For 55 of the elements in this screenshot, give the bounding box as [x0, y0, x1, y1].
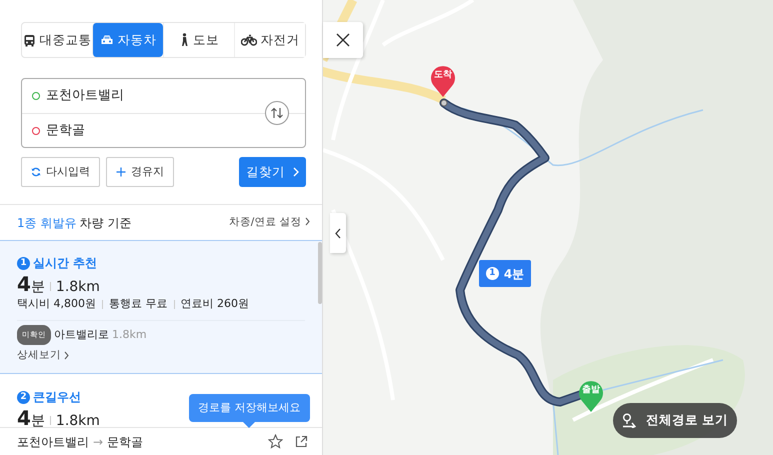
share-icon [295, 435, 308, 448]
full-route-button[interactable]: 전체경로 보기 [613, 403, 737, 438]
tooltip-pointer-icon [243, 422, 256, 428]
route-number-badge: 2 [17, 390, 30, 404]
location-field[interactable]: 포천아트밸리 [22, 79, 305, 113]
footer-destination: 문학골 [107, 434, 144, 450]
swap-button[interactable] [265, 101, 289, 125]
close-icon [336, 33, 350, 47]
scrollbar-thumb[interactable] [318, 242, 322, 304]
route-time-label[interactable]: 1 4분 [479, 260, 531, 287]
action-button[interactable]: 경유지 [106, 157, 174, 187]
car-icon [100, 34, 114, 46]
route-number-badge: 1 [17, 256, 30, 270]
bus-icon [22, 34, 36, 46]
star-icon [268, 434, 283, 449]
swap-arrows-icon [270, 107, 284, 119]
road-distance: 1.8km [112, 327, 147, 343]
footer-origin: 포천아트밸리 [17, 434, 89, 450]
cost-text: 통행료 무료 [109, 296, 168, 312]
location-dot-icon [32, 126, 40, 134]
detail-link[interactable]: 상세보기 [17, 347, 70, 363]
location-dot-icon [32, 92, 40, 100]
route-distance: 1.8km [56, 278, 100, 297]
vehicle-basis-text: 차량 기준 [79, 214, 132, 232]
route-number-badge: 1 [486, 267, 499, 280]
save-route-tooltip: 경로를 저장해보세요 [189, 394, 310, 422]
action-button[interactable]: 다시입력 [21, 157, 100, 187]
collapse-panel-button[interactable] [330, 213, 346, 253]
vehicle-settings-link[interactable]: 차종/연료 설정 [228, 214, 310, 230]
favorite-button[interactable] [268, 434, 283, 449]
route-title[interactable]: 실시간 추천 [33, 255, 98, 271]
route-pin-icon [622, 413, 638, 428]
cost-text: 연료비 260원 [180, 296, 249, 312]
search-route-button[interactable]: 길찾기 [239, 157, 306, 187]
route-distance: 1.8km [56, 412, 100, 427]
route-title[interactable]: 큰길우선 [33, 389, 81, 405]
chevron-right-icon [293, 167, 299, 177]
plus-icon [116, 167, 126, 177]
chevron-right-icon [64, 350, 70, 360]
bicycle-icon [240, 34, 256, 46]
transport-tab[interactable]: 자전거 [234, 23, 305, 57]
transport-tab[interactable]: 자동차 [92, 23, 163, 57]
road-name: 아트밸리로 [54, 327, 109, 343]
fuel-type-text: 1종 휘발유 [17, 214, 76, 232]
cost-text: 택시비 4,800원 [17, 296, 96, 312]
chevron-right-icon [305, 217, 310, 226]
travel-time: 4분 [17, 274, 45, 297]
travel-time: 4분 [17, 408, 45, 427]
walking-person-icon [179, 33, 189, 47]
refresh-icon [31, 167, 41, 177]
share-button[interactable] [295, 435, 308, 448]
chevron-left-icon [335, 228, 341, 238]
footer-arrow: → [93, 434, 104, 450]
map-pin[interactable]: 도착 [430, 66, 456, 98]
close-button[interactable] [323, 22, 363, 58]
